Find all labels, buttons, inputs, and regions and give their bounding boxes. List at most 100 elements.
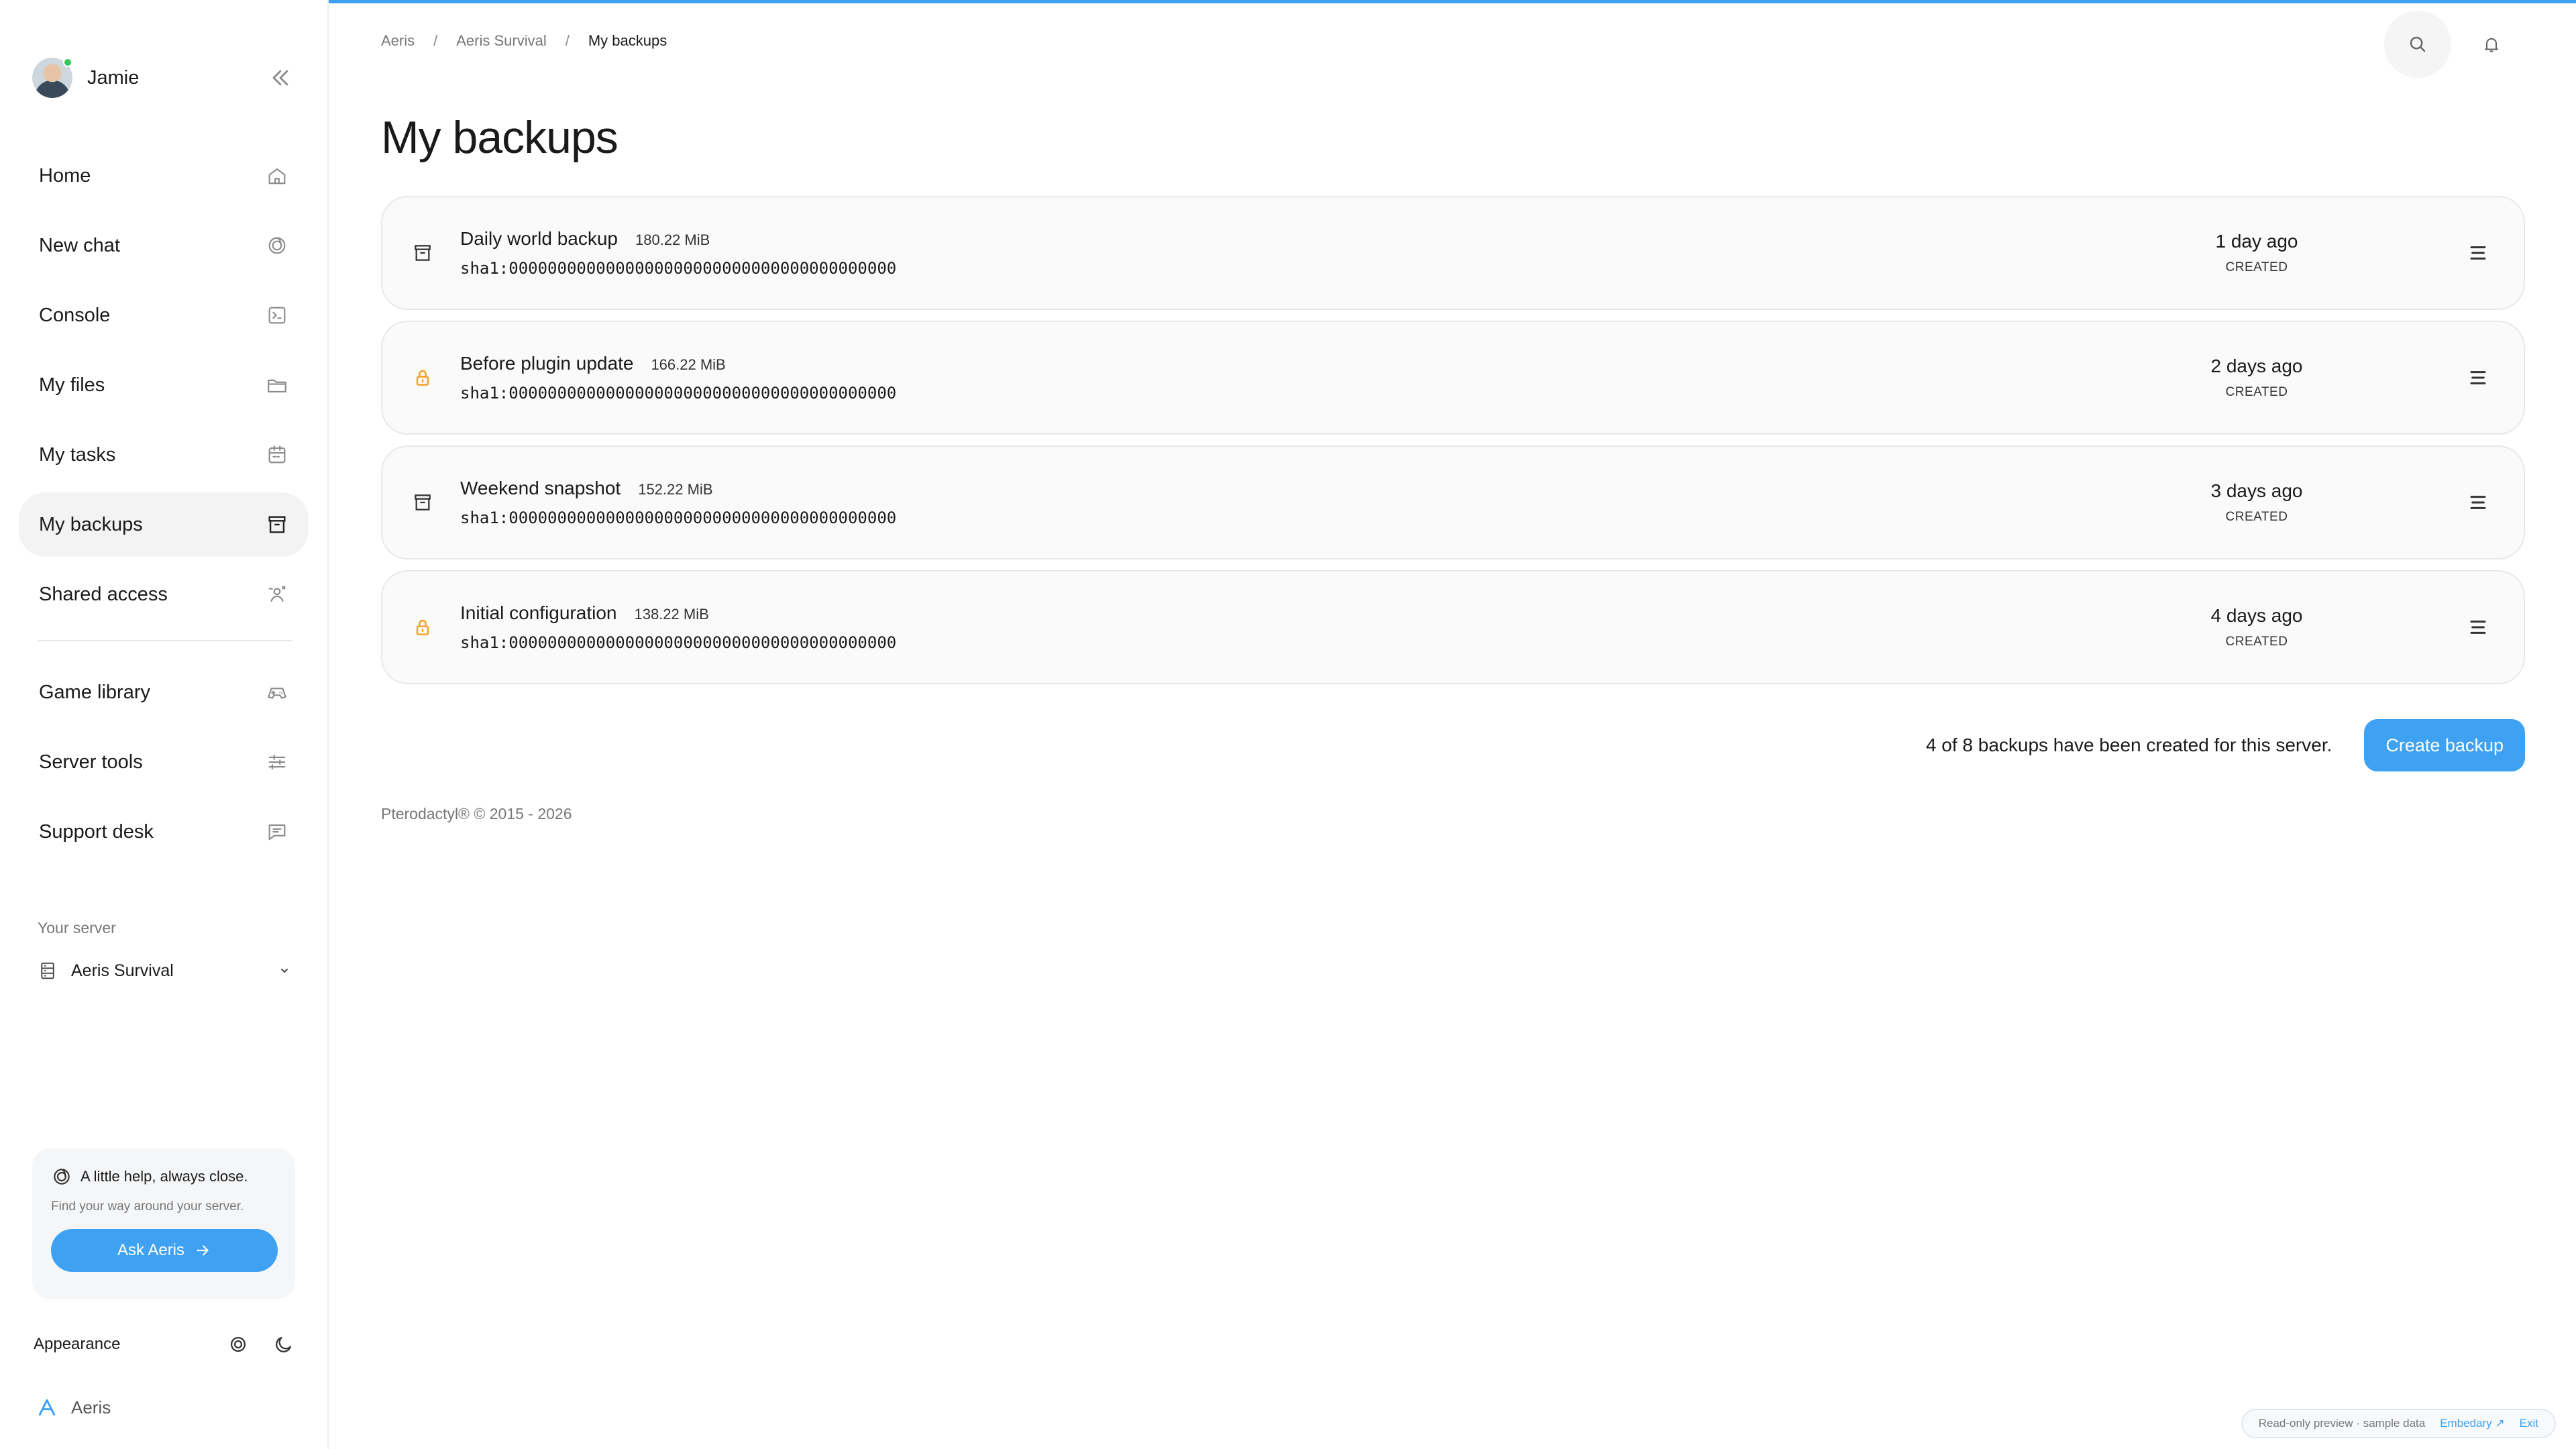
top-progress-line	[329, 0, 2576, 3]
lock-icon	[412, 616, 433, 638]
backup-card[interactable]: Weekend snapshot 152.22 MiB sha1:0000000…	[381, 445, 2525, 559]
nav-label: New chat	[39, 234, 120, 256]
brand[interactable]: Aeris	[36, 1397, 111, 1418]
nav-item-new-chat[interactable]: New chat	[19, 213, 309, 278]
backup-name: Before plugin update	[460, 353, 634, 374]
backup-when: 3 days ago	[2210, 480, 2303, 501]
archive-icon	[266, 513, 288, 536]
help-card: A little help, always close. Find your w…	[32, 1148, 295, 1299]
chevron-down-icon	[276, 963, 292, 979]
appearance-label: Appearance	[34, 1335, 121, 1353]
backup-name: Initial configuration	[460, 602, 617, 623]
create-backup-button[interactable]: Create backup	[2364, 719, 2525, 771]
aeris-logo-icon	[36, 1397, 58, 1418]
moon-icon[interactable]	[272, 1333, 295, 1356]
user-profile[interactable]: Jamie	[32, 56, 294, 99]
nav-label: Support desk	[39, 820, 154, 843]
backup-menu-icon[interactable]	[2465, 364, 2491, 391]
assistant-swirl-icon	[51, 1166, 72, 1187]
backup-menu-icon[interactable]	[2465, 489, 2491, 516]
exit-link[interactable]: Exit	[2520, 1417, 2538, 1430]
server-icon	[38, 961, 58, 981]
notifications-button[interactable]	[2458, 11, 2525, 78]
ask-aeris-label: Ask Aeris	[117, 1241, 185, 1259]
nav-label: Game library	[39, 681, 150, 703]
breadcrumb-item[interactable]: Aeris	[381, 32, 415, 50]
backup-list: Daily world backup 180.22 MiB sha1:00000…	[381, 196, 2525, 695]
breadcrumb-item[interactable]: Aeris Survival	[456, 32, 546, 50]
backup-card[interactable]: Before plugin update 166.22 MiB sha1:000…	[381, 321, 2525, 435]
help-subtitle: Find your way around your server.	[51, 1199, 244, 1214]
nav-label: Console	[39, 304, 111, 326]
backup-hash: sha1:00000000000000000000000000000000000…	[460, 508, 897, 527]
copyright: Pterodactyl® © 2015 - 2026	[381, 805, 572, 822]
breadcrumb: Aeris / Aeris Survival / My backups	[381, 32, 667, 50]
arrow-right-icon	[194, 1242, 211, 1259]
backup-status: CREATED	[2225, 385, 2288, 399]
nav-item-console[interactable]: Console	[19, 283, 309, 347]
nav-item-my-files[interactable]: My files	[19, 353, 309, 417]
ask-aeris-button[interactable]: Ask Aeris	[51, 1229, 278, 1272]
backup-size: 138.22 MiB	[634, 606, 709, 623]
backup-size: 180.22 MiB	[635, 231, 710, 248]
nav-item-server-tools[interactable]: Server tools	[19, 730, 309, 794]
backup-info: Before plugin update 166.22 MiB sha1:000…	[460, 353, 2156, 402]
server-select[interactable]: Aeris Survival	[38, 957, 292, 984]
nav-item-my-backups[interactable]: My backups	[19, 492, 309, 557]
nav-item-support-desk[interactable]: Support desk	[19, 800, 309, 864]
archive-icon	[412, 242, 433, 264]
search-button[interactable]	[2384, 11, 2451, 78]
nav-label: Shared access	[39, 583, 168, 605]
terminal-icon	[266, 304, 288, 327]
backup-time: 4 days ago CREATED	[2156, 605, 2357, 649]
nav-item-home[interactable]: Home	[19, 144, 309, 208]
backup-card[interactable]: Daily world backup 180.22 MiB sha1:00000…	[381, 196, 2525, 310]
backup-menu-icon[interactable]	[2465, 614, 2491, 641]
backup-info: Initial configuration 138.22 MiB sha1:00…	[460, 602, 2156, 652]
backup-card[interactable]: Initial configuration 138.22 MiB sha1:00…	[381, 570, 2525, 684]
main-nav: Home New chat Console My files My tasks …	[19, 144, 309, 869]
bell-icon	[2482, 35, 2501, 54]
top-actions	[2384, 11, 2525, 78]
backup-status: CREATED	[2225, 260, 2288, 274]
backup-hash: sha1:00000000000000000000000000000000000…	[460, 633, 897, 652]
collapse-sidebar-icon[interactable]	[267, 64, 294, 91]
backup-when: 1 day ago	[2215, 231, 2298, 252]
help-title: A little help, always close.	[51, 1166, 276, 1187]
preview-banner: Read-only preview · sample data Embedary…	[2241, 1409, 2556, 1438]
preview-text: Read-only preview · sample data	[2258, 1417, 2426, 1430]
backup-time: 2 days ago CREATED	[2156, 356, 2357, 400]
backup-hash: sha1:00000000000000000000000000000000000…	[460, 384, 897, 402]
server-section: Your server Aeris Survival	[38, 919, 292, 984]
brand-name: Aeris	[71, 1397, 111, 1417]
backup-size: 166.22 MiB	[651, 356, 726, 373]
backup-status: CREATED	[2225, 635, 2288, 649]
home-icon	[266, 164, 288, 187]
nav-divider	[38, 640, 292, 641]
appearance-row: Appearance	[34, 1331, 295, 1358]
backup-when: 2 days ago	[2210, 356, 2303, 376]
backup-size: 152.22 MiB	[638, 481, 713, 498]
nav-label: My files	[39, 374, 105, 396]
nav-item-shared-access[interactable]: Shared access	[19, 562, 309, 627]
backup-count-text: 4 of 8 backups have been created for thi…	[1925, 735, 2332, 755]
online-indicator	[63, 58, 72, 67]
backup-name: Daily world backup	[460, 228, 618, 249]
embedary-link[interactable]: Embedary ↗	[2440, 1417, 2504, 1430]
calendar-icon	[266, 443, 288, 466]
avatar	[32, 58, 72, 98]
server-label: Your server	[38, 919, 116, 936]
message-icon	[266, 820, 288, 843]
backup-when: 4 days ago	[2210, 605, 2303, 626]
backup-menu-icon[interactable]	[2465, 239, 2491, 266]
lock-icon	[412, 367, 433, 388]
folder-icon	[266, 374, 288, 396]
backup-name: Weekend snapshot	[460, 478, 621, 498]
nav-item-my-tasks[interactable]: My tasks	[19, 423, 309, 487]
chat-swirl-icon	[266, 234, 288, 257]
backup-status: CREATED	[2225, 510, 2288, 524]
nav-item-game-library[interactable]: Game library	[19, 660, 309, 724]
user-name: Jamie	[87, 66, 140, 89]
system-theme-icon[interactable]	[227, 1333, 250, 1356]
archive-icon	[412, 492, 433, 513]
